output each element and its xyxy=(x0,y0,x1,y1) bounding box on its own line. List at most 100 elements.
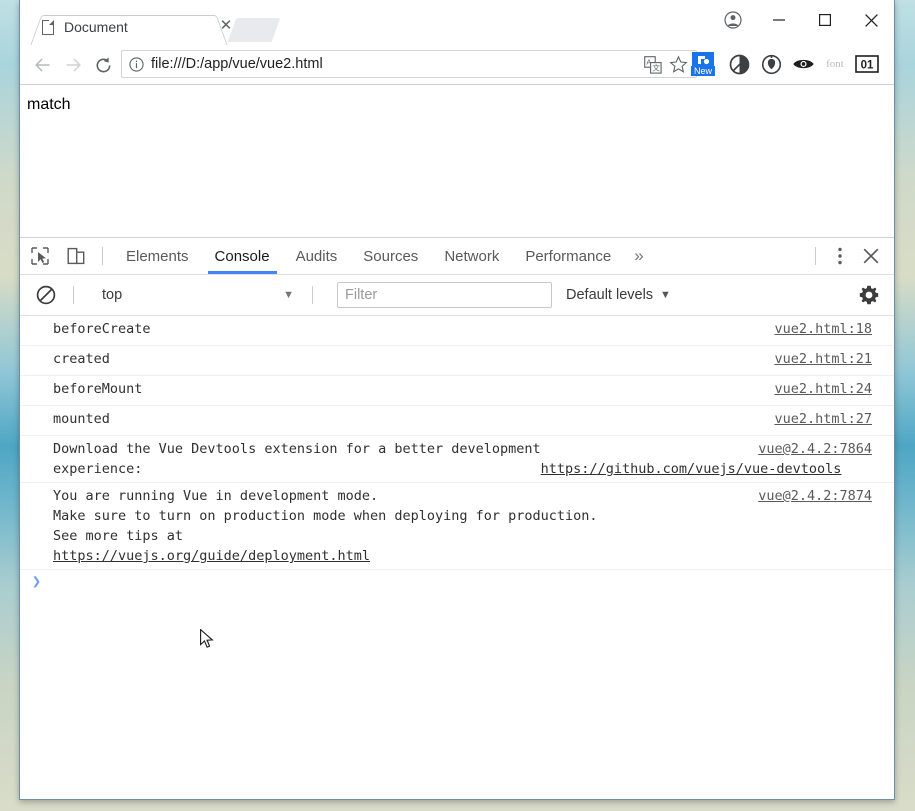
tab-elements-label: Elements xyxy=(126,248,189,265)
tab-sources-label: Sources xyxy=(363,248,418,265)
tab-performance-label: Performance xyxy=(525,248,611,265)
page-content-text: match xyxy=(27,96,71,114)
console-prompt-input[interactable] xyxy=(53,574,894,592)
binary-icon: 01 xyxy=(855,55,879,73)
more-tabs-button[interactable]: » xyxy=(624,239,653,274)
svg-text:文: 文 xyxy=(652,63,660,73)
devtools-toolbar: Elements Console Audits Sources Network … xyxy=(20,238,894,275)
new-tab-button[interactable] xyxy=(288,20,310,42)
new-extension-icon: New xyxy=(689,50,717,78)
device-toolbar-button[interactable] xyxy=(60,242,92,270)
filterbar-divider-2 xyxy=(312,286,313,304)
console-message-row[interactable]: beforeCreate vue2.html:18 xyxy=(20,316,894,346)
console-message-text: Download the Vue Devtools extension for … xyxy=(53,439,541,479)
page-viewport: match xyxy=(20,85,894,238)
filter-input[interactable] xyxy=(337,282,552,308)
clear-console-button[interactable] xyxy=(29,281,63,309)
log-levels-label: Default levels xyxy=(566,287,653,303)
console-message-row[interactable]: mounted vue2.html:27 xyxy=(20,406,894,436)
gear-icon xyxy=(859,285,879,305)
arrow-right-icon xyxy=(64,56,82,74)
close-window-button[interactable] xyxy=(848,0,894,40)
chrome-menu-button[interactable] xyxy=(886,51,895,77)
console-message-list[interactable]: beforeCreate vue2.html:18 created vue2.h… xyxy=(20,316,894,800)
tab-sources[interactable]: Sources xyxy=(350,239,431,274)
tab-elements[interactable]: Elements xyxy=(113,239,202,274)
console-filter-bar: top ▼ Default levels ▼ xyxy=(20,275,894,316)
console-message-text: mounted xyxy=(53,409,110,429)
console-message-link[interactable]: https://vuejs.org/guide/deployment.html xyxy=(53,548,370,564)
eye-icon xyxy=(792,56,815,72)
tab-strip: Document ✕ xyxy=(20,0,894,45)
zero-one-extension-button[interactable]: 01 xyxy=(854,51,880,77)
info-circle-icon[interactable] xyxy=(129,57,144,72)
console-message-text: beforeCreate xyxy=(53,319,151,339)
adblock-icon xyxy=(729,54,750,75)
background-tab-stub[interactable] xyxy=(228,18,281,42)
console-prompt[interactable]: ❯ xyxy=(20,570,894,596)
toolbar-divider-right xyxy=(815,247,816,265)
console-message-source[interactable]: vue2.html:24 xyxy=(774,379,872,399)
shield-extension-button[interactable] xyxy=(758,51,784,77)
console-message-row[interactable]: created vue2.html:21 xyxy=(20,346,894,376)
tab-network-label: Network xyxy=(444,248,499,265)
tab-title: Document xyxy=(64,19,128,35)
console-message-source[interactable]: vue@2.4.2:7874 xyxy=(758,486,872,506)
console-message-row[interactable]: beforeMount vue2.html:24 xyxy=(20,376,894,406)
svg-text:New: New xyxy=(694,66,713,76)
close-icon xyxy=(863,248,879,264)
tab-console-label: Console xyxy=(215,248,270,265)
console-message-source[interactable]: vue@2.4.2:7864 xyxy=(758,439,872,459)
font-extension-button[interactable]: font xyxy=(822,51,848,77)
star-icon[interactable] xyxy=(669,55,688,74)
reload-button[interactable] xyxy=(90,52,116,78)
tab-audits-label: Audits xyxy=(296,248,338,265)
log-levels-selector[interactable]: Default levels ▼ xyxy=(566,282,671,308)
console-message-text: beforeMount xyxy=(53,379,142,399)
prompt-arrow-icon: ❯ xyxy=(32,572,41,590)
shield-icon xyxy=(761,54,782,75)
console-message-link[interactable]: https://github.com/vuejs/vue-devtools xyxy=(541,461,842,477)
console-message-source[interactable]: vue2.html:18 xyxy=(774,319,872,339)
svg-text:01: 01 xyxy=(861,60,874,72)
forward-button[interactable] xyxy=(60,52,86,78)
font-extension-label: font xyxy=(826,58,844,70)
minimize-button[interactable] xyxy=(756,0,802,40)
inspect-element-button[interactable] xyxy=(24,242,56,270)
toolbar-divider xyxy=(102,247,103,265)
console-message-source[interactable]: vue2.html:21 xyxy=(774,349,872,369)
execution-context-label: top xyxy=(102,287,122,303)
eye-extension-button[interactable] xyxy=(790,51,816,77)
maximize-button[interactable] xyxy=(802,0,848,40)
device-toolbar-icon xyxy=(66,246,86,266)
console-settings-button[interactable] xyxy=(856,282,882,308)
console-message-row[interactable]: You are running Vue in development mode.… xyxy=(20,483,894,570)
close-devtools-button[interactable] xyxy=(854,242,888,270)
clear-console-icon xyxy=(36,285,56,305)
browser-tab-document[interactable] xyxy=(30,6,228,44)
inspect-element-icon xyxy=(30,246,50,266)
url-text: file:///D:/app/vue/vue2.html xyxy=(151,56,323,72)
tab-network[interactable]: Network xyxy=(431,239,512,274)
reload-icon xyxy=(94,56,113,75)
tab-performance[interactable]: Performance xyxy=(512,239,624,274)
minimize-icon xyxy=(773,14,785,26)
console-message-source[interactable]: vue2.html:27 xyxy=(774,409,872,429)
translate-icon[interactable]: A 文 xyxy=(644,56,662,74)
page-icon xyxy=(42,20,54,35)
execution-context-selector[interactable]: top ▼ xyxy=(92,282,302,308)
new-extension-button[interactable]: New xyxy=(688,49,718,79)
devtools-panel: Elements Console Audits Sources Network … xyxy=(20,238,894,800)
tab-console[interactable]: Console xyxy=(202,239,283,274)
adblock-extension-button[interactable] xyxy=(726,51,752,77)
filterbar-divider-1 xyxy=(73,286,74,304)
address-bar[interactable]: file:///D:/app/vue/vue2.html A 文 xyxy=(121,50,697,78)
arrow-left-icon xyxy=(34,56,52,74)
console-message-row[interactable]: Download the Vue Devtools extension for … xyxy=(20,436,894,483)
devtools-menu-button[interactable] xyxy=(826,242,854,270)
profile-avatar[interactable] xyxy=(710,0,756,40)
back-button[interactable] xyxy=(30,52,56,78)
person-icon xyxy=(724,11,742,29)
tab-audits[interactable]: Audits xyxy=(283,239,351,274)
window-controls xyxy=(710,0,894,40)
